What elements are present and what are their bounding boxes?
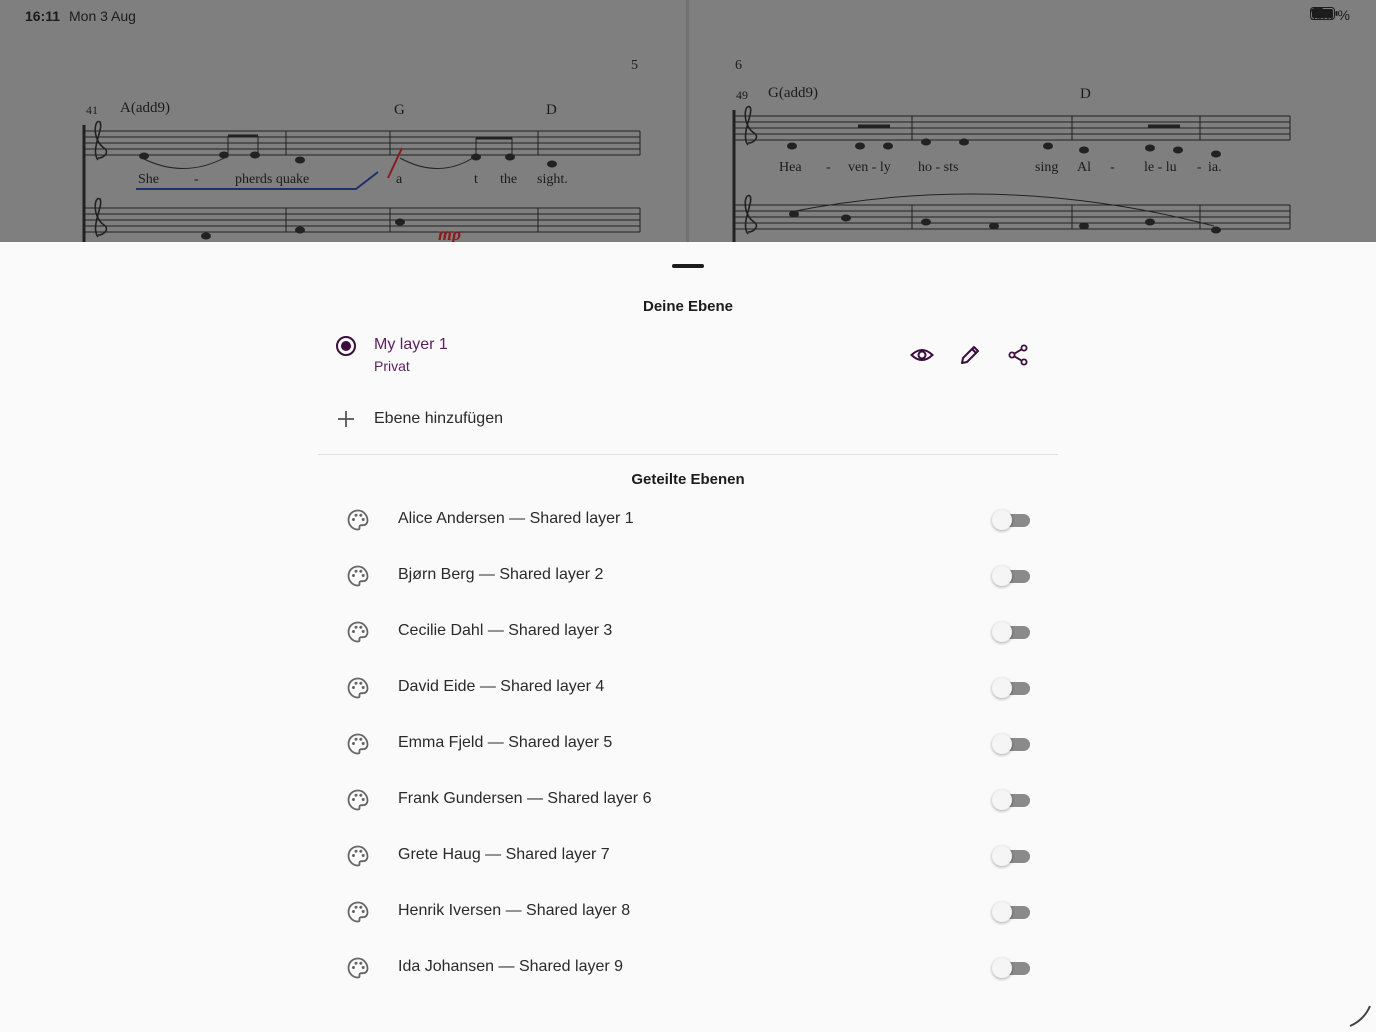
shared-layer-row[interactable]: Bjørn Berg — Shared layer 2 — [318, 548, 1058, 604]
status-indicators: 100 % — [1310, 7, 1350, 23]
measure-number-right: 49 — [736, 88, 748, 102]
shared-layer-toggle[interactable] — [992, 622, 1030, 642]
lyric: Al — [1077, 160, 1091, 175]
my-layer-row[interactable]: My layer 1 Privat — [318, 326, 1058, 382]
shared-layer-row[interactable]: Frank Gundersen — Shared layer 6 — [318, 772, 1058, 828]
lyric: - — [1197, 160, 1202, 175]
plus-icon — [338, 411, 354, 427]
palette-icon — [347, 677, 369, 699]
resize-corner-icon[interactable] — [1348, 1004, 1372, 1028]
shared-layer-toggle[interactable] — [992, 846, 1030, 866]
lyric: the — [500, 172, 518, 187]
measure-number-left: 41 — [86, 103, 98, 117]
status-bar: 16:11 Mon 3 Aug 100 % — [0, 0, 1376, 34]
add-layer-label: Ebene hinzufügen — [374, 410, 503, 427]
shared-layers-list: Alice Andersen — Shared layer 1 Bjørn Be… — [318, 492, 1058, 996]
my-layer-visibility: Privat — [374, 358, 410, 374]
shared-layer-label: Emma Fjeld — Shared layer 5 — [398, 734, 613, 751]
section-divider — [318, 454, 1058, 455]
chord-symbol: D — [1080, 86, 1091, 102]
lyric: t — [474, 172, 478, 187]
palette-icon — [347, 733, 369, 755]
lyric: - — [194, 172, 199, 187]
shared-layer-row[interactable]: Emma Fjeld — Shared layer 5 — [318, 716, 1058, 772]
shared-layer-label: Henrik Iversen — Shared layer 8 — [398, 902, 631, 919]
layers-sheet: Deine Ebene My layer 1 Privat Ebene hinz… — [0, 242, 1376, 1032]
eye-icon — [910, 349, 934, 361]
palette-icon — [347, 565, 369, 587]
chord-symbol: G — [394, 102, 405, 118]
lyric: sight. — [537, 172, 568, 187]
page-divider — [686, 0, 689, 242]
palette-icon — [347, 957, 369, 979]
battery-icon — [1310, 7, 1338, 20]
shared-layer-label: Ida Johansen — Shared layer 9 — [398, 958, 624, 975]
share-icon — [1008, 344, 1028, 366]
lyric: - — [826, 160, 831, 175]
status-date: Mon 3 Aug — [69, 8, 136, 24]
page-number-right: 6 — [735, 58, 742, 73]
shared-layer-toggle[interactable] — [992, 902, 1030, 922]
palette-icon — [347, 509, 369, 531]
shared-layer-label: Grete Haug — Shared layer 7 — [398, 846, 610, 863]
shared-layer-toggle[interactable] — [992, 678, 1030, 698]
toggle-visibility-button[interactable] — [909, 342, 935, 368]
lyric: - — [1110, 160, 1115, 175]
shared-layer-label: David Eide — Shared layer 4 — [398, 678, 605, 695]
lyric: sing — [1035, 160, 1059, 175]
shared-layer-row[interactable]: David Eide — Shared layer 4 — [318, 660, 1058, 716]
shared-layer-row[interactable]: Alice Andersen — Shared layer 1 — [318, 492, 1058, 548]
shared-layer-row[interactable]: Henrik Iversen — Shared layer 8 — [318, 884, 1058, 940]
shared-layer-label: Frank Gundersen — Shared layer 6 — [398, 790, 652, 807]
radio-selected-icon[interactable] — [336, 336, 356, 356]
app-root: 5 6 41 49 A(add9) G D G(add9) D She - ph… — [0, 0, 1376, 1032]
my-layer-name: My layer 1 — [374, 336, 448, 353]
add-layer-button[interactable]: Ebene hinzufügen — [318, 402, 1058, 436]
pencil-icon — [961, 346, 979, 364]
drag-handle[interactable] — [672, 264, 704, 268]
my-layer-section-title: Deine Ebene — [642, 298, 734, 315]
shared-layer-label: Cecilie Dahl — Shared layer 3 — [398, 622, 613, 639]
shared-layer-row[interactable]: Cecilie Dahl — Shared layer 3 — [318, 604, 1058, 660]
palette-icon — [347, 845, 369, 867]
lyric: Hea — [779, 160, 802, 175]
status-time: 16:11 — [25, 8, 61, 24]
page-number-left: 5 — [631, 58, 638, 73]
shared-layer-label: Bjørn Berg — Shared layer 2 — [398, 566, 604, 583]
lyric: ven - ly — [848, 160, 891, 175]
dynamic-mark: mp — [438, 224, 462, 242]
score-view[interactable]: 5 6 41 49 A(add9) G D G(add9) D She - ph… — [0, 0, 1376, 242]
palette-icon — [347, 789, 369, 811]
lyric: pherds quake — [235, 172, 310, 187]
chord-symbol: D — [546, 102, 557, 118]
shared-layer-toggle[interactable] — [992, 790, 1030, 810]
palette-icon — [347, 901, 369, 923]
shared-layers-section-title: Geteilte Ebenen — [631, 471, 745, 488]
chord-symbol: A(add9) — [120, 100, 170, 116]
lyric: a — [396, 172, 403, 187]
shared-layer-row[interactable]: Grete Haug — Shared layer 7 — [318, 828, 1058, 884]
shared-layer-toggle[interactable] — [992, 510, 1030, 530]
chord-symbol: G(add9) — [768, 85, 818, 101]
shared-layer-toggle[interactable] — [992, 566, 1030, 586]
palette-icon — [347, 621, 369, 643]
share-layer-button[interactable] — [1005, 342, 1031, 368]
shared-layer-toggle[interactable] — [992, 958, 1030, 978]
edit-layer-button[interactable] — [957, 342, 983, 368]
shared-layer-label: Alice Andersen — Shared layer 1 — [398, 510, 634, 527]
lyric: le - lu — [1144, 160, 1177, 175]
lyric: She — [138, 172, 159, 187]
lyric: ia. — [1208, 160, 1222, 175]
lyric: ho - sts — [918, 160, 959, 175]
shared-layer-toggle[interactable] — [992, 734, 1030, 754]
shared-layer-row[interactable]: Ida Johansen — Shared layer 9 — [318, 940, 1058, 996]
